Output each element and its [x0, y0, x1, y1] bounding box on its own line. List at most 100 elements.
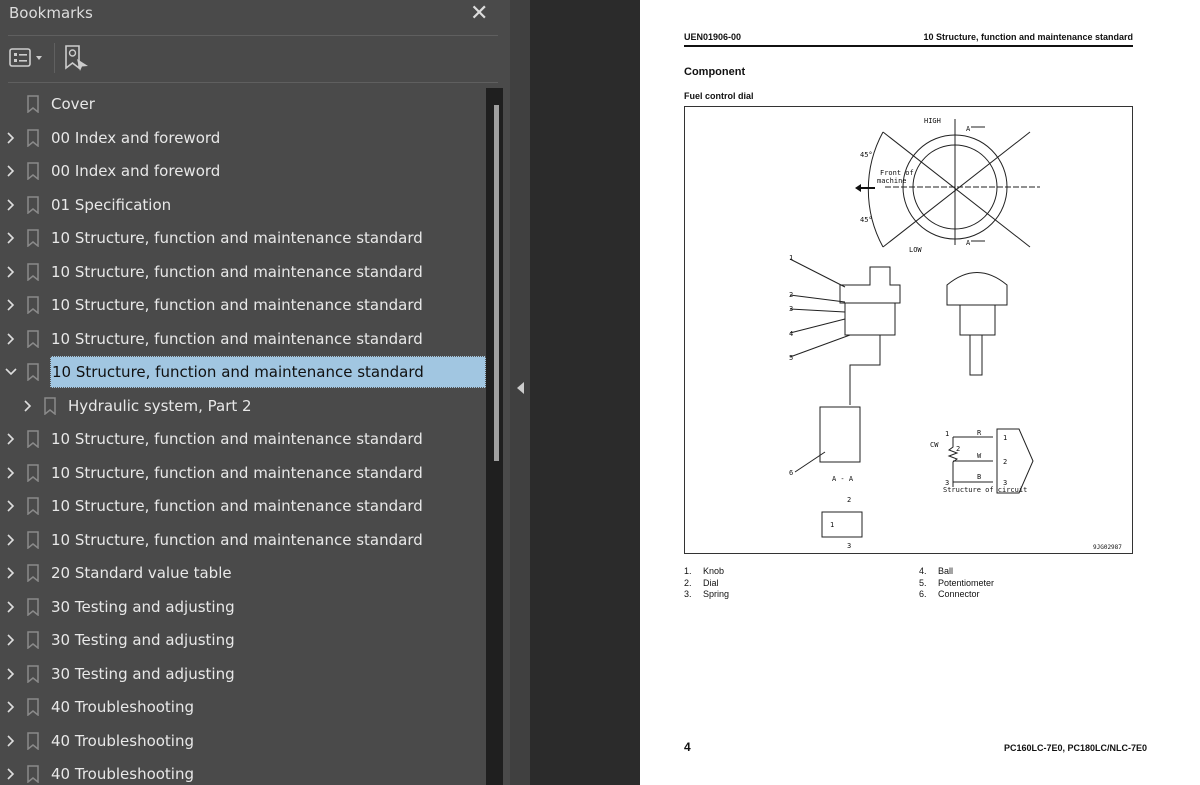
- pin-label: 1: [945, 430, 949, 438]
- arrow-icon: [855, 184, 875, 192]
- legend-col-1: 1. Knob 2. Dial 3. Spring: [684, 566, 729, 601]
- chevron-right-icon[interactable]: [4, 633, 18, 647]
- bookmark-item[interactable]: 30 Testing and adjusting: [0, 625, 486, 655]
- callout: 3: [789, 305, 793, 313]
- chevron-right-icon[interactable]: [4, 466, 18, 480]
- bookmark-item[interactable]: 10 Structure, function and maintenance s…: [0, 290, 486, 320]
- chevron-down-icon[interactable]: [4, 365, 18, 379]
- chevron-right-icon[interactable]: [21, 399, 35, 413]
- close-icon[interactable]: ✕: [470, 1, 488, 26]
- callout: 2: [789, 291, 793, 299]
- bookmark-item[interactable]: 40 Troubleshooting: [0, 759, 486, 785]
- bookmark-label: 01 Specification: [51, 195, 172, 214]
- bookmark-icon: [27, 229, 39, 247]
- list-options-icon[interactable]: [9, 47, 45, 69]
- bookmark-item[interactable]: 10 Structure, function and maintenance s…: [0, 257, 486, 287]
- figure-fuel-control-dial: HIGH LOW 45° 45° Front of machine A A 1 …: [684, 106, 1133, 554]
- toolbar-separator: [54, 43, 55, 73]
- bookmark-item[interactable]: Hydraulic system, Part 2: [0, 391, 486, 421]
- bookmark-item[interactable]: 30 Testing and adjusting: [0, 659, 486, 689]
- chevron-right-icon[interactable]: [4, 231, 18, 245]
- circuit-caption: Structure of circuit: [943, 486, 1027, 494]
- bookmark-label: 10 Structure, function and maintenance s…: [50, 356, 486, 388]
- chevron-right-icon[interactable]: [4, 432, 18, 446]
- bookmark-item[interactable]: Cover: [0, 89, 486, 119]
- bookmark-item[interactable]: 40 Troubleshooting: [0, 692, 486, 722]
- section-header: 10 Structure, function and maintenance s…: [923, 32, 1133, 42]
- legend-text: Dial: [703, 577, 719, 588]
- find-bookmark-icon[interactable]: [64, 44, 90, 72]
- bookmark-item[interactable]: 10 Structure, function and maintenance s…: [0, 458, 486, 488]
- bookmark-icon: [44, 396, 56, 415]
- chevron-right-icon[interactable]: [4, 700, 18, 714]
- label-cw: CW: [930, 441, 939, 449]
- chevron-right-icon[interactable]: [4, 131, 18, 145]
- legend-num: 2.: [684, 577, 692, 588]
- chevron-right-icon[interactable]: [4, 499, 18, 513]
- bookmark-icon: [27, 195, 39, 214]
- wire-label: R: [977, 429, 982, 437]
- label-deg-bottom: 45°: [860, 216, 873, 224]
- bookmark-label: 40 Troubleshooting: [51, 698, 195, 716]
- bookmark-item[interactable]: 00 Index and foreword: [0, 156, 486, 186]
- bookmark-item[interactable]: 20 Standard value table: [0, 558, 486, 588]
- legend-num: 1.: [684, 566, 692, 576]
- bookmark-icon: [27, 329, 39, 348]
- chevron-right-icon[interactable]: [4, 198, 18, 212]
- legend-text: Knob: [703, 566, 725, 576]
- legend-text: Potentiometer: [938, 577, 995, 588]
- chevron-right-icon[interactable]: [4, 164, 18, 178]
- bookmark-icon: [27, 631, 39, 649]
- chevron-right-icon[interactable]: [4, 533, 18, 547]
- bookmark-icon: [27, 95, 39, 113]
- bookmark-item[interactable]: 00 Index and foreword: [0, 123, 486, 153]
- bookmark-icon: [27, 363, 39, 381]
- chevron-right-icon[interactable]: [4, 332, 18, 346]
- panel-title: Bookmarks: [9, 4, 93, 22]
- heading: Component: [684, 66, 746, 78]
- pin-label: 1: [830, 521, 834, 529]
- figure-id: 9JG02987: [1093, 544, 1122, 551]
- legend-col-2: 4. Ball 5. Potentiometer 6. Connector: [919, 566, 994, 601]
- divider: [8, 82, 498, 83]
- legend-text: Spring: [703, 589, 730, 599]
- pin-label: 2: [956, 445, 960, 453]
- bookmark-item[interactable]: 40 Troubleshooting: [0, 726, 486, 756]
- legend-num: 4.: [919, 566, 927, 576]
- bookmark-item[interactable]: 10 Structure, function and maintenance s…: [0, 525, 486, 555]
- chevron-right-icon[interactable]: [4, 298, 18, 312]
- bookmark-label: 10 Structure, function and maintenance s…: [51, 497, 423, 515]
- legend-num: 5.: [919, 577, 927, 588]
- legend-text: Connector: [938, 589, 980, 599]
- bookmark-item[interactable]: 10 Structure, function and maintenance s…: [0, 324, 486, 354]
- bookmark-label: 10 Structure, function and maintenance s…: [51, 296, 423, 314]
- pin-label: 1: [1003, 434, 1007, 442]
- wire-label: W: [977, 452, 982, 460]
- bookmark-item[interactable]: 01 Specification: [0, 190, 486, 220]
- bookmark-label: 00 Index and foreword: [51, 162, 221, 180]
- bookmark-icon: [27, 463, 39, 482]
- bookmark-item[interactable]: 10 Structure, function and maintenance s…: [0, 491, 486, 521]
- bookmark-icon: [27, 597, 39, 616]
- callout: 6: [789, 469, 793, 477]
- bookmark-icon: [27, 765, 39, 783]
- bookmark-label: 10 Structure, function and maintenance s…: [51, 530, 423, 549]
- bookmark-item[interactable]: 10 Structure, function and maintenance s…: [0, 424, 486, 454]
- chevron-left-icon[interactable]: [517, 382, 524, 394]
- scrollbar-thumb[interactable]: [494, 105, 499, 461]
- bookmark-icon: [27, 530, 39, 549]
- chevron-right-icon[interactable]: [4, 767, 18, 781]
- subheading: Fuel control dial: [684, 91, 754, 101]
- chevron-right-icon[interactable]: [4, 566, 18, 580]
- bookmark-label: 30 Testing and adjusting: [51, 631, 235, 649]
- chevron-right-icon[interactable]: [4, 667, 18, 681]
- label-section-a: A: [966, 125, 971, 133]
- chevron-right-icon[interactable]: [4, 265, 18, 279]
- bookmark-item[interactable]: 10 Structure, function and maintenance s…: [0, 356, 486, 388]
- chevron-right-icon[interactable]: [4, 600, 18, 614]
- bookmark-item[interactable]: 10 Structure, function and maintenance s…: [0, 223, 486, 253]
- chevron-right-icon[interactable]: [4, 734, 18, 748]
- pdf-page: UEN01906-00 10 Structure, function and m…: [640, 0, 1200, 785]
- bookmark-item[interactable]: 30 Testing and adjusting: [0, 592, 486, 622]
- bookmark-icon: [27, 731, 39, 750]
